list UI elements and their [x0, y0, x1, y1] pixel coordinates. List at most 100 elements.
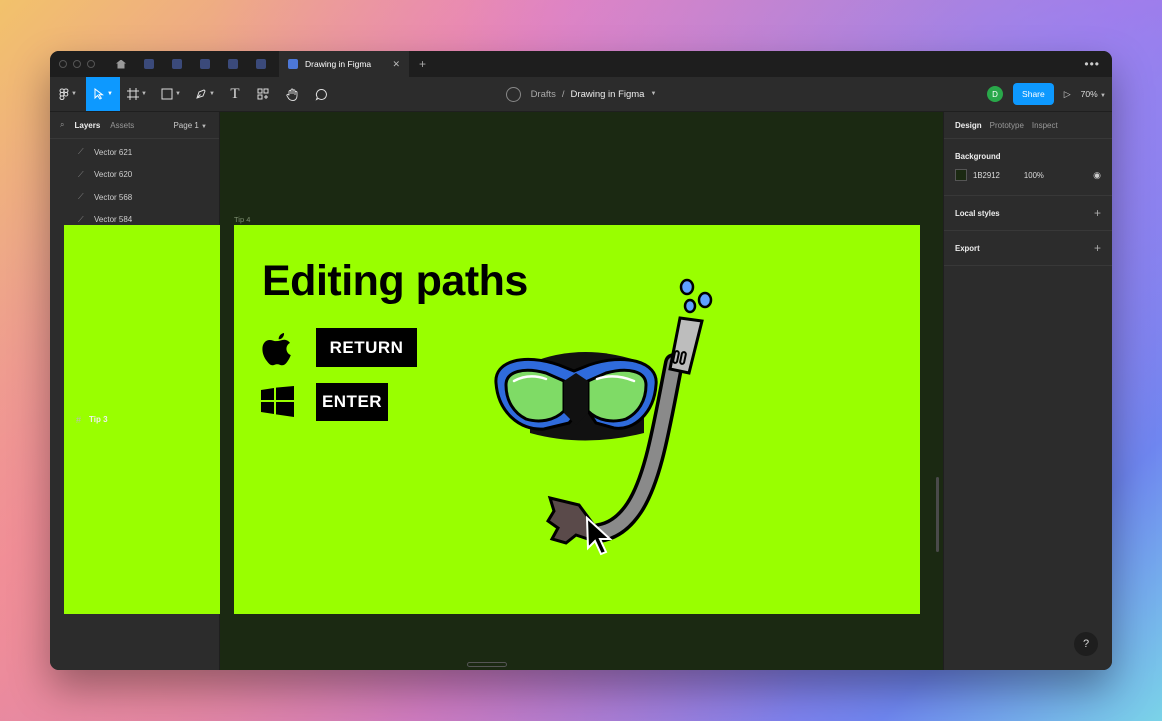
layer-name: Vector 621: [94, 147, 133, 157]
file-tab-icon: [200, 59, 210, 69]
title-bar: Drawing in Figma ✕ + •••: [50, 51, 1112, 77]
local-styles-title: Local styles: [955, 208, 1000, 218]
main-menu-button[interactable]: ▼: [50, 77, 86, 111]
left-panel-tabs: ⌕ Layers Assets Page 1 ▼: [50, 112, 219, 139]
file-tab-icon: [228, 59, 238, 69]
comment-tool-button[interactable]: [306, 77, 336, 111]
chevron-down-icon: ▼: [209, 91, 215, 97]
pen-icon: [196, 89, 206, 99]
tip-4-frame[interactable]: Editing paths RETURN ENTER: [234, 225, 920, 614]
background-section: Background 1B2912 100% ◉: [944, 139, 1112, 196]
user-avatar[interactable]: D: [987, 86, 1004, 102]
active-tab-title: Drawing in Figma: [305, 59, 372, 69]
breadcrumb-drafts[interactable]: Drafts: [531, 89, 556, 100]
chevron-down-icon[interactable]: ▼: [650, 91, 656, 97]
panel-resize-handle[interactable]: [467, 662, 507, 667]
canvas[interactable]: Tip 4 Editing paths RETURN ENTER: [220, 112, 943, 670]
hand-icon: [285, 88, 297, 101]
home-tab[interactable]: [107, 51, 135, 77]
tab-inspect[interactable]: Inspect: [1032, 121, 1058, 130]
color-swatch[interactable]: [955, 169, 967, 181]
layer-list: # Tip 4 ⟋Vector 621⟋Vector 620 ⟋ Vector 568⟋…: [50, 139, 762, 614]
tab-layers[interactable]: Layers: [74, 121, 100, 130]
windows-logo-icon: [261, 386, 294, 417]
frame-icon: #: [76, 414, 82, 425]
eye-icon[interactable]: ◉: [1093, 170, 1101, 181]
figma-logo-icon: [59, 88, 69, 100]
more-menu-icon[interactable]: •••: [1084, 57, 1112, 71]
layer-row[interactable]: ⟋ Vector 568: [50, 186, 219, 209]
frame-tool-button[interactable]: ▼: [120, 77, 154, 111]
toolbar-right: D Share ▷ 70% ▼: [987, 77, 1106, 111]
shape-tool-button[interactable]: ▼: [154, 77, 188, 111]
text-tool-icon[interactable]: T: [222, 77, 248, 111]
home-icon: [116, 59, 126, 69]
active-file-tab[interactable]: Drawing in Figma ✕: [279, 51, 409, 77]
chevron-down-icon: ▼: [107, 91, 113, 97]
layers-panel: ⌕ Layers Assets Page 1 ▼ # Tip 4 ⟋ Vector 6…: [50, 112, 762, 670]
file-name[interactable]: Drawing in Figma: [571, 89, 645, 100]
return-key: RETURN: [316, 328, 417, 367]
frame-label[interactable]: Tip 4: [234, 215, 250, 224]
file-tab[interactable]: [191, 51, 219, 77]
comment-icon: [315, 88, 327, 101]
file-tab[interactable]: [247, 51, 275, 77]
resources-tool-button[interactable]: [248, 77, 278, 111]
background-opacity[interactable]: 100%: [1024, 171, 1044, 180]
file-tab-icon: [144, 59, 154, 69]
add-export-icon[interactable]: +: [1094, 241, 1101, 255]
layer-name: Vector 568: [94, 192, 133, 202]
vector-icon: ⟋: [78, 192, 84, 202]
layer-row[interactable]: ⟋ Vector 620: [50, 164, 219, 187]
breadcrumb-separator: /: [561, 88, 565, 100]
add-style-icon[interactable]: +: [1094, 206, 1101, 220]
page-selector[interactable]: Page 1 ▼: [173, 121, 219, 130]
close-window-button[interactable]: [59, 60, 67, 68]
share-button[interactable]: Share: [1013, 83, 1054, 105]
file-tab[interactable]: [163, 51, 191, 77]
bubble: [697, 291, 713, 309]
page-name: Page 1: [173, 120, 199, 130]
tab-design[interactable]: Design: [955, 121, 982, 130]
chevron-down-icon: ▼: [141, 91, 147, 97]
present-play-icon[interactable]: ▷: [1064, 89, 1071, 100]
vertical-scrollbar[interactable]: [936, 477, 939, 552]
file-tab[interactable]: [219, 51, 247, 77]
chevron-down-icon: ▼: [71, 91, 77, 97]
layer-row[interactable]: ⟋ Vector 621: [50, 141, 219, 164]
search-icon[interactable]: ⌕: [60, 120, 64, 130]
team-avatar-icon: [505, 86, 521, 102]
snorkel-top: [668, 316, 704, 375]
file-tab-icon: [172, 59, 182, 69]
components-icon: [257, 88, 269, 100]
file-tab[interactable]: [135, 51, 163, 77]
layer-name: Vector 620: [94, 170, 133, 180]
bubble: [683, 298, 697, 314]
zoom-dropdown[interactable]: 70% ▼: [1081, 89, 1106, 99]
zoom-window-button[interactable]: [87, 60, 95, 68]
figma-window: Drawing in Figma ✕ + ••• Drafts / Drawin…: [50, 51, 1112, 670]
hand-tool-button[interactable]: [278, 77, 306, 111]
tab-prototype[interactable]: Prototype: [990, 121, 1024, 130]
apple-logo-icon: [262, 333, 291, 366]
close-tab-icon[interactable]: ✕: [392, 59, 400, 70]
file-tab-icon: [256, 59, 266, 69]
background-hex[interactable]: 1B2912: [973, 171, 1000, 180]
rectangle-icon: [161, 88, 173, 100]
new-tab-button[interactable]: +: [419, 57, 426, 71]
move-tool-button[interactable]: ▼: [86, 77, 120, 111]
right-panel-tabs: Design Prototype Inspect: [944, 112, 1112, 139]
background-fill-row: 1B2912 100% ◉: [955, 163, 1101, 195]
help-button[interactable]: ?: [1074, 632, 1098, 656]
snorkel-mask-illustration[interactable]: [484, 273, 734, 593]
chevron-down-icon: ▼: [201, 123, 207, 130]
layer-name: Tip 3: [89, 415, 108, 424]
zoom-level: 70%: [1080, 89, 1098, 99]
pen-tool-button[interactable]: ▼: [188, 77, 222, 111]
enter-key: ENTER: [316, 383, 388, 421]
minimize-window-button[interactable]: [73, 60, 81, 68]
window-controls: [50, 60, 107, 68]
export-section: Export +: [944, 231, 1112, 266]
tab-assets[interactable]: Assets: [110, 121, 134, 130]
chevron-down-icon: ▼: [175, 91, 181, 97]
